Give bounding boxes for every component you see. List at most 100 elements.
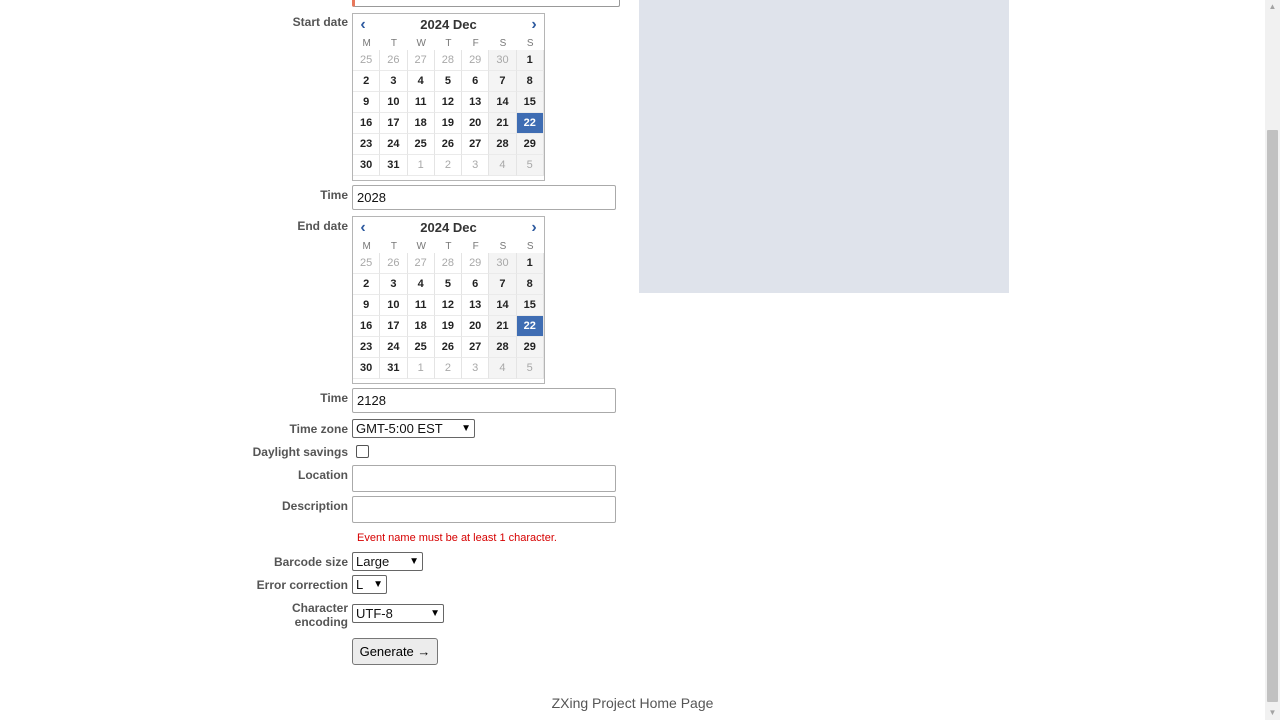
calendar-day[interactable]: 5 bbox=[434, 274, 463, 295]
calendar-day[interactable]: 1 bbox=[516, 50, 544, 71]
calendar-day[interactable]: 6 bbox=[462, 71, 490, 92]
calendar-day[interactable]: 17 bbox=[380, 113, 408, 134]
calendar-day[interactable]: 3 bbox=[380, 274, 408, 295]
calendar-day[interactable]: 25 bbox=[353, 50, 381, 71]
calendar-day[interactable]: 31 bbox=[380, 155, 408, 176]
calendar-day[interactable]: 19 bbox=[434, 113, 463, 134]
calendar-day[interactable]: 4 bbox=[407, 71, 435, 92]
calendar-day[interactable]: 27 bbox=[462, 134, 490, 155]
daylight-savings-checkbox[interactable] bbox=[356, 445, 369, 458]
calendar-day[interactable]: 26 bbox=[434, 134, 463, 155]
calendar-day[interactable]: 30 bbox=[489, 50, 517, 71]
calendar-day[interactable]: 16 bbox=[353, 316, 381, 337]
calendar-day[interactable]: 29 bbox=[462, 50, 490, 71]
calendar-day[interactable]: 28 bbox=[434, 253, 463, 274]
calendar-day[interactable]: 30 bbox=[489, 253, 517, 274]
calendar-day[interactable]: 1 bbox=[407, 155, 435, 176]
calendar-day[interactable]: 5 bbox=[516, 155, 544, 176]
calendar-day[interactable]: 2 bbox=[434, 155, 463, 176]
location-input[interactable] bbox=[352, 465, 616, 492]
calendar-day[interactable]: 24 bbox=[380, 337, 408, 358]
calendar-day[interactable]: 27 bbox=[407, 50, 435, 71]
calendar-day[interactable]: 28 bbox=[489, 134, 517, 155]
description-input[interactable] bbox=[352, 496, 616, 523]
calendar-day[interactable]: 10 bbox=[380, 92, 408, 113]
end-time-input[interactable]: 2128 bbox=[352, 388, 616, 413]
calendar-day[interactable]: 26 bbox=[434, 337, 463, 358]
event-name-input[interactable] bbox=[352, 0, 620, 7]
scroll-up-icon[interactable]: ▲ bbox=[1265, 0, 1280, 14]
calendar-day[interactable]: 25 bbox=[353, 253, 381, 274]
calendar-day[interactable]: 5 bbox=[434, 71, 463, 92]
calendar-day[interactable]: 15 bbox=[516, 295, 544, 316]
calendar-day[interactable]: 16 bbox=[353, 113, 381, 134]
calendar-day[interactable]: 15 bbox=[516, 92, 544, 113]
calendar-day[interactable]: 26 bbox=[380, 50, 408, 71]
calendar-day[interactable]: 4 bbox=[489, 155, 517, 176]
calendar-day[interactable]: 3 bbox=[380, 71, 408, 92]
calendar-day[interactable]: 27 bbox=[462, 337, 490, 358]
barcode-size-select[interactable]: Large ▼ bbox=[352, 552, 423, 571]
calendar-day[interactable]: 18 bbox=[407, 316, 435, 337]
start-time-input[interactable]: 2028 bbox=[352, 185, 616, 210]
calendar-day[interactable]: 29 bbox=[516, 337, 544, 358]
calendar-day[interactable]: 28 bbox=[489, 337, 517, 358]
calendar-day[interactable]: 18 bbox=[407, 113, 435, 134]
calendar-day[interactable]: 23 bbox=[353, 337, 381, 358]
calendar-day[interactable]: 20 bbox=[462, 316, 490, 337]
calendar-day[interactable]: 1 bbox=[516, 253, 544, 274]
calendar-day[interactable]: 11 bbox=[407, 295, 435, 316]
calendar-day[interactable]: 1 bbox=[407, 358, 435, 379]
calendar-day[interactable]: 4 bbox=[489, 358, 517, 379]
chevron-left-icon[interactable]: ‹ bbox=[354, 15, 372, 35]
calendar-day[interactable]: 2 bbox=[353, 71, 381, 92]
calendar-day[interactable]: 9 bbox=[353, 92, 381, 113]
calendar-day[interactable]: 30 bbox=[353, 155, 381, 176]
calendar-day[interactable]: 2 bbox=[434, 358, 463, 379]
calendar-day[interactable]: 20 bbox=[462, 113, 490, 134]
calendar-day[interactable]: 6 bbox=[462, 274, 490, 295]
calendar-day[interactable]: 17 bbox=[380, 316, 408, 337]
calendar-day[interactable]: 13 bbox=[462, 295, 490, 316]
character-encoding-select[interactable]: UTF-8 ▼ bbox=[352, 604, 444, 623]
calendar-day[interactable]: 29 bbox=[516, 134, 544, 155]
calendar-day[interactable]: 10 bbox=[380, 295, 408, 316]
calendar-day[interactable]: 23 bbox=[353, 134, 381, 155]
calendar-day[interactable]: 7 bbox=[489, 274, 517, 295]
calendar-day[interactable]: 14 bbox=[489, 295, 517, 316]
calendar-day[interactable]: 27 bbox=[407, 253, 435, 274]
calendar-day[interactable]: 8 bbox=[516, 274, 544, 295]
calendar-day[interactable]: 31 bbox=[380, 358, 408, 379]
calendar-day[interactable]: 7 bbox=[489, 71, 517, 92]
error-correction-select[interactable]: L ▼ bbox=[352, 575, 387, 594]
calendar-day[interactable]: 30 bbox=[353, 358, 381, 379]
generate-button[interactable]: Generate → bbox=[352, 638, 438, 665]
chevron-right-icon[interactable]: › bbox=[525, 218, 543, 238]
calendar-day[interactable]: 25 bbox=[407, 134, 435, 155]
calendar-day[interactable]: 28 bbox=[434, 50, 463, 71]
calendar-day[interactable]: 26 bbox=[380, 253, 408, 274]
calendar-day[interactable]: 19 bbox=[434, 316, 463, 337]
calendar-day[interactable]: 8 bbox=[516, 71, 544, 92]
calendar-day[interactable]: 21 bbox=[489, 316, 517, 337]
scroll-down-icon[interactable]: ▼ bbox=[1265, 706, 1280, 720]
calendar-day[interactable]: 3 bbox=[462, 155, 490, 176]
chevron-right-icon[interactable]: › bbox=[525, 15, 543, 35]
calendar-day[interactable]: 4 bbox=[407, 274, 435, 295]
time-zone-select[interactable]: GMT-5:00 EST ▼ bbox=[352, 419, 475, 438]
calendar-day[interactable]: 9 bbox=[353, 295, 381, 316]
calendar-day-selected[interactable]: 22 bbox=[516, 316, 544, 337]
chevron-left-icon[interactable]: ‹ bbox=[354, 218, 372, 238]
calendar-day-selected[interactable]: 22 bbox=[516, 113, 544, 134]
calendar-day[interactable]: 12 bbox=[434, 295, 463, 316]
calendar-day[interactable]: 21 bbox=[489, 113, 517, 134]
calendar-day[interactable]: 3 bbox=[462, 358, 490, 379]
calendar-day[interactable]: 14 bbox=[489, 92, 517, 113]
calendar-day[interactable]: 13 bbox=[462, 92, 490, 113]
calendar-day[interactable]: 5 bbox=[516, 358, 544, 379]
calendar-day[interactable]: 11 bbox=[407, 92, 435, 113]
calendar-day[interactable]: 25 bbox=[407, 337, 435, 358]
scroll-thumb[interactable] bbox=[1267, 130, 1278, 702]
calendar-day[interactable]: 12 bbox=[434, 92, 463, 113]
calendar-day[interactable]: 29 bbox=[462, 253, 490, 274]
